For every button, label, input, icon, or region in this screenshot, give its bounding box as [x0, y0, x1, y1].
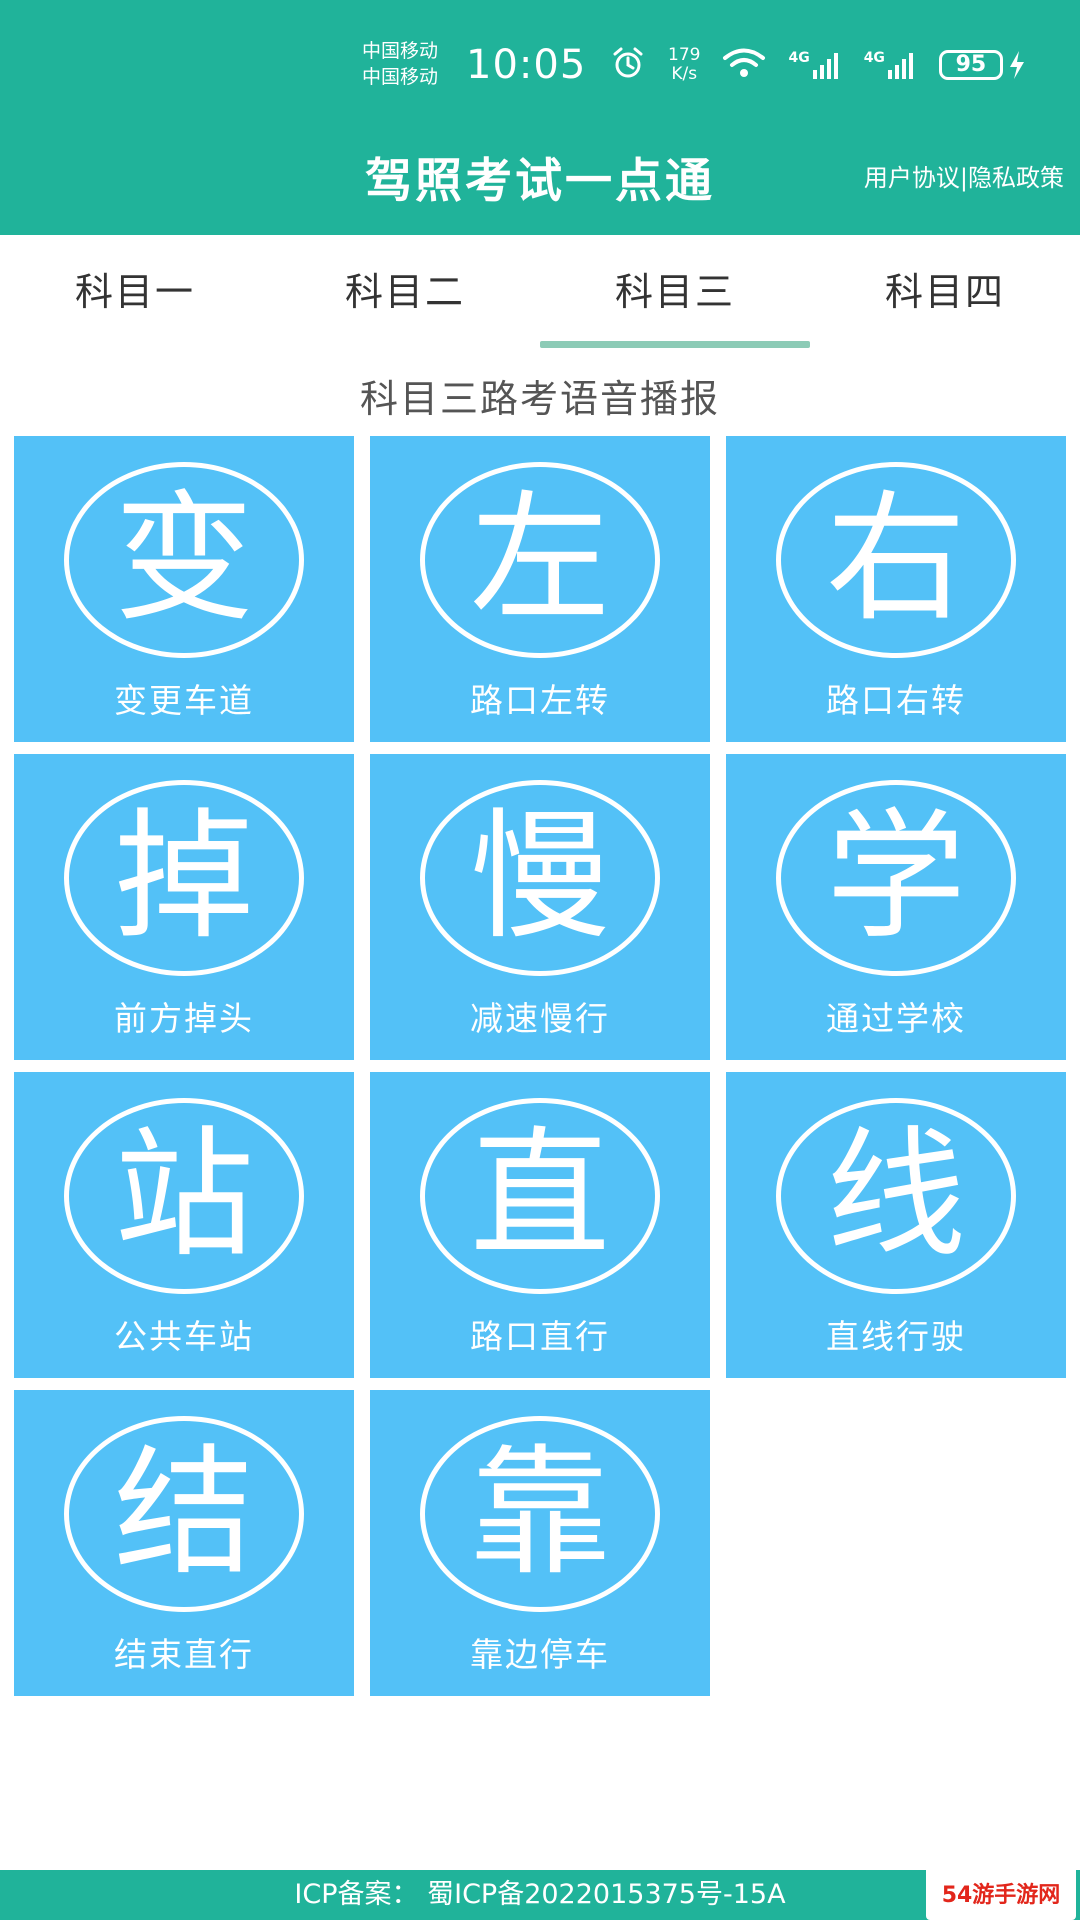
item-turn-right[interactable]: 右 路口右转	[726, 436, 1066, 742]
item-pull-over[interactable]: 靠 靠边停车	[370, 1390, 710, 1696]
status-icons: 179 K/s 4G 4G 95	[610, 45, 1027, 85]
item-label: 通过学校	[826, 999, 966, 1038]
signal-icon: 4G	[788, 50, 841, 80]
tab-label: 科目三	[614, 270, 735, 314]
charging-icon	[1009, 51, 1024, 79]
tab-subject-1[interactable]: 科目一	[0, 235, 270, 350]
item-pass-school[interactable]: 学 通过学校	[726, 754, 1066, 1060]
item-change-lane[interactable]: 变 变更车道	[14, 436, 354, 742]
item-turn-left[interactable]: 左 路口左转	[370, 436, 710, 742]
item-glyph: 右	[825, 478, 966, 641]
tab-subject-2[interactable]: 科目二	[270, 235, 540, 350]
glyph-circle: 慢	[420, 780, 660, 976]
glyph-circle: 变	[64, 462, 304, 658]
net-speed-unit: K/s	[671, 64, 698, 84]
wifi-icon	[722, 47, 766, 83]
site-watermark-logo: 54游手游网	[926, 1866, 1076, 1920]
item-u-turn[interactable]: 掉 前方掉头	[14, 754, 354, 1060]
net-speed: 179 K/s	[668, 46, 700, 84]
glyph-circle: 站	[64, 1098, 304, 1294]
glyph-circle: 直	[420, 1098, 660, 1294]
carrier-1: 中国移动	[362, 40, 439, 62]
glyph-circle: 线	[776, 1098, 1016, 1294]
glyph-circle: 学	[776, 780, 1016, 976]
item-glyph: 掉	[113, 796, 254, 959]
item-label: 路口左转	[470, 681, 610, 720]
net-speed-value: 179	[668, 45, 701, 65]
item-label: 变更车道	[114, 681, 254, 720]
signal-2-label: 4G	[863, 50, 885, 66]
glyph-circle: 左	[420, 462, 660, 658]
item-bus-stop[interactable]: 站 公共车站	[14, 1072, 354, 1378]
item-glyph: 变	[113, 478, 254, 641]
voice-items-grid: 变 变更车道 左 路口左转 右 路口右转 掉 前方掉头 慢 减速慢行 学 通过学…	[14, 436, 1066, 1696]
glyph-circle: 靠	[420, 1416, 660, 1612]
active-tab-indicator	[540, 341, 810, 348]
item-glyph: 站	[113, 1114, 254, 1277]
item-label: 路口直行	[470, 1317, 610, 1356]
battery-level: 95	[938, 50, 1003, 80]
item-straight-line[interactable]: 线 直线行驶	[726, 1072, 1066, 1378]
tab-subject-4[interactable]: 科目四	[810, 235, 1080, 350]
item-label: 直线行驶	[826, 1317, 966, 1356]
item-end-straight[interactable]: 结 结束直行	[14, 1390, 354, 1696]
carrier-labels: 中国移动 中国移动	[362, 38, 438, 90]
signal-icon: 4G	[864, 50, 917, 80]
item-label: 靠边停车	[470, 1635, 610, 1674]
glyph-circle: 右	[776, 462, 1016, 658]
battery-icon: 95	[938, 50, 1027, 80]
tab-label: 科目四	[884, 270, 1005, 314]
signal-1-label: 4G	[788, 50, 810, 66]
item-label: 结束直行	[114, 1635, 254, 1674]
tab-subject-3[interactable]: 科目三	[540, 235, 810, 350]
item-label: 路口右转	[826, 681, 966, 720]
item-glyph: 直	[469, 1114, 610, 1277]
item-go-straight[interactable]: 直 路口直行	[370, 1072, 710, 1378]
item-label: 减速慢行	[470, 999, 610, 1038]
alarm-icon	[610, 45, 646, 85]
item-glyph: 结	[113, 1432, 254, 1595]
tab-label: 科目一	[74, 270, 195, 314]
item-slow-down[interactable]: 慢 减速慢行	[370, 754, 710, 1060]
item-label: 公共车站	[114, 1317, 254, 1356]
item-label: 前方掉头	[114, 999, 254, 1038]
terms-privacy-link[interactable]: 用户协议|隐私政策	[864, 158, 1064, 193]
item-glyph: 靠	[469, 1432, 610, 1595]
tab-label: 科目二	[344, 270, 465, 314]
icp-footer: ICP备案： 蜀ICP备2022015375号-15A	[0, 1870, 1080, 1920]
subject-tabs: 科目一 科目二 科目三 科目四	[0, 235, 1080, 350]
item-glyph: 线	[825, 1114, 966, 1277]
section-title: 科目三路考语音播报	[359, 377, 720, 421]
app-header: 中国移动 中国移动 10:05 179 K/s 4G 4G 95 驾照考试一点通…	[0, 0, 1080, 235]
glyph-circle: 掉	[64, 780, 304, 976]
carrier-2: 中国移动	[362, 66, 439, 88]
item-glyph: 学	[825, 796, 966, 959]
glyph-circle: 结	[64, 1416, 304, 1612]
item-glyph: 慢	[469, 796, 610, 959]
status-bar: 中国移动 中国移动 10:05 179 K/s 4G 4G 95	[0, 0, 1080, 120]
status-time: 10:05	[466, 42, 587, 88]
item-glyph: 左	[469, 478, 610, 641]
